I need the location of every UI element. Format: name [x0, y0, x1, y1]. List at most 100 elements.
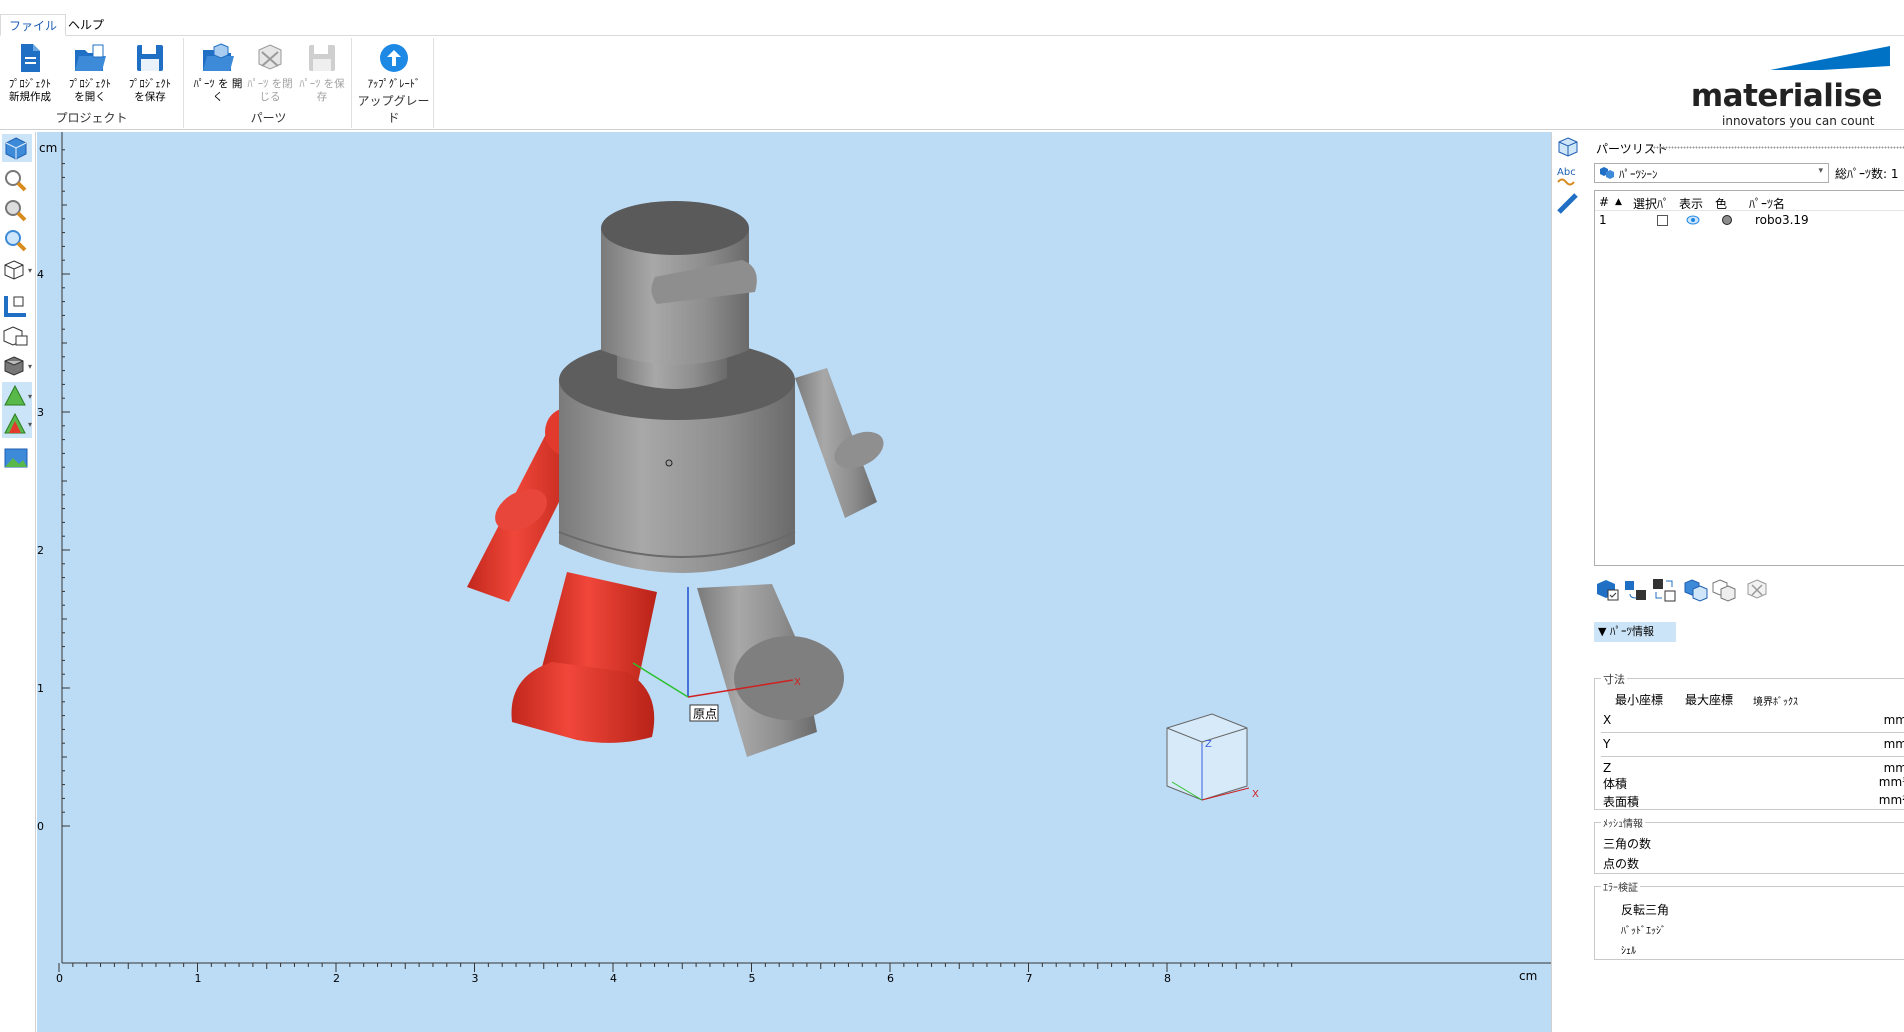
zoom-window-icon: [5, 200, 27, 222]
save-project-button[interactable]: ﾌﾟﾛｼﾞｪｸﾄ を保存: [124, 42, 176, 104]
ruler-icon: [1557, 193, 1578, 214]
parts-panel: パーツリスト ﾊﾟｰﾂｼｰﾝ ▾ 総ﾊﾟｰﾂ数: 1 # ▲ 選択ﾊﾟ 表示 色…: [1583, 132, 1904, 1032]
save-project-icon: [137, 45, 163, 71]
x-tick-label: 1: [195, 972, 202, 985]
axis-ruler-icon: [4, 296, 26, 317]
brand-swoosh-icon: [1770, 46, 1890, 70]
x-tick-label: 3: [472, 972, 479, 985]
x-tick-label: 4: [610, 972, 617, 985]
part-info-header[interactable]: ▼ ﾊﾟｰﾂ情報: [1594, 622, 1676, 642]
eye-icon[interactable]: [1686, 214, 1700, 226]
gray-foot[interactable]: [734, 636, 844, 720]
upgrade-group: ｱｯﾌﾟｸﾞﾚｰﾄﾞ アップグレード: [354, 38, 434, 128]
parts-table[interactable]: # ▲ 選択ﾊﾟ 表示 色 ﾊﾟｰﾂ名 1 robo3.19: [1594, 190, 1904, 566]
view-direction-tool[interactable]: ▾: [2, 256, 32, 284]
select-all-icon[interactable]: [1594, 576, 1622, 604]
menu-file[interactable]: ファイル: [0, 14, 67, 36]
panel-grip[interactable]: [1653, 146, 1904, 149]
triangle-error-tool[interactable]: ▾: [2, 410, 32, 438]
y-tick-label: 1: [37, 682, 44, 695]
hide-parts-icon[interactable]: [1710, 576, 1738, 604]
background-image-icon: [4, 448, 28, 468]
wireframe-icon: [3, 326, 28, 346]
triangle-green-icon: [4, 384, 26, 406]
3d-viewport[interactable]: 01234 012345678 cm cm X 原点 Z X: [37, 132, 1551, 1032]
navigation-cube[interactable]: Z X: [1166, 713, 1259, 801]
y-tick-label: 3: [37, 406, 44, 419]
part-list-toggle[interactable]: [1556, 136, 1582, 162]
inverted-triangles-label: 反転三角: [1621, 903, 1670, 917]
save-part-button[interactable]: ﾊﾟｰﾂ を保 存: [296, 42, 348, 104]
y-tick-label: 0: [37, 820, 44, 833]
triangle-red-icon: [4, 412, 26, 434]
close-part-button[interactable]: ﾊﾟｰﾂ を閉 じる: [244, 42, 296, 104]
show-parts-icon[interactable]: [1682, 576, 1710, 604]
view-cube-icon: [4, 260, 24, 280]
menu-bar: ファイル ヘルプ: [0, 14, 1904, 36]
zoom-fit-icon: [5, 230, 27, 252]
materialise-logo: materialise innovators you can count on: [1691, 40, 1892, 142]
x-tick-label: 0: [56, 972, 63, 985]
color-swatch[interactable]: [1721, 214, 1733, 226]
annotation-toolbar: Abc: [1551, 132, 1583, 1032]
text-abc-icon: Abc: [1557, 167, 1576, 186]
swap-selection-icon[interactable]: [1650, 576, 1678, 604]
select-cube-icon: [5, 137, 27, 160]
shaded-cube-icon: [4, 356, 24, 376]
dim-y-label: Y: [1603, 737, 1611, 751]
open-part-icon: [203, 43, 234, 71]
row-select-checkbox[interactable]: [1657, 215, 1668, 226]
points-label: 点の数: [1603, 857, 1640, 871]
volume-label: 体積: [1603, 777, 1628, 791]
dim-z-label: Z: [1603, 761, 1612, 775]
dropdown-arrow-icon: ▾: [27, 392, 32, 401]
row-num: 1: [1599, 213, 1607, 227]
parts-group-label: パーツ: [250, 111, 287, 125]
scene-selector[interactable]: ﾊﾟｰﾂｼｰﾝ ▾: [1594, 163, 1829, 183]
dropdown-arrow-icon: ▾: [27, 362, 32, 371]
select-tool[interactable]: [2, 134, 32, 162]
open-project-label: ﾌﾟﾛｼﾞｪｸﾄ を開く: [69, 78, 111, 103]
sort-up-icon[interactable]: ▲: [1615, 197, 1622, 207]
axis-x-label: X: [794, 677, 801, 688]
shading-tool[interactable]: ▾: [2, 352, 32, 380]
robot-model[interactable]: [467, 201, 889, 757]
zoom-window-tool[interactable]: [2, 196, 32, 224]
label-tool[interactable]: Abc: [1556, 164, 1582, 190]
upgrade-button[interactable]: ｱｯﾌﾟｸﾞﾚｰﾄﾞ: [364, 42, 424, 91]
chevron-down-icon: ▾: [1818, 166, 1823, 176]
triangle-tool[interactable]: ▾: [2, 382, 32, 410]
zoom-tool[interactable]: [2, 166, 32, 194]
wireframe-tool[interactable]: [2, 322, 32, 350]
dropdown-arrow-icon: ▾: [27, 420, 32, 429]
volume-unit: mm³: [1878, 775, 1904, 789]
zoom-fit-tool[interactable]: [2, 226, 32, 254]
x-tick-label: 8: [1164, 972, 1171, 985]
open-project-button[interactable]: ﾌﾟﾛｼﾞｪｸﾄ を開く: [64, 42, 116, 104]
ruler-tool[interactable]: [2, 292, 32, 320]
upgrade-icon: [380, 44, 408, 72]
x-tick-label: 7: [1026, 972, 1033, 985]
measure-tool[interactable]: [1556, 192, 1582, 218]
new-project-button[interactable]: ﾌﾟﾛｼﾞｪｸﾄ 新規作成: [4, 42, 56, 104]
ruler-x-unit-label: cm: [1519, 969, 1537, 983]
col-min-coord: 最小座標: [1615, 693, 1664, 707]
open-project-icon: [75, 44, 106, 71]
area-label: 表面積: [1603, 795, 1640, 809]
head-top: [601, 201, 749, 255]
dimensions-legend: 寸法: [1601, 671, 1627, 687]
new-project-label: ﾌﾟﾛｼﾞｪｸﾄ 新規作成: [9, 78, 51, 103]
background-tool[interactable]: [2, 444, 32, 472]
invert-selection-icon[interactable]: [1622, 576, 1650, 604]
mesh-info-legend: ﾒｯｼｭ情報: [1601, 815, 1645, 830]
remove-part-icon[interactable]: [1744, 576, 1772, 604]
part-cube-icon: [1558, 137, 1578, 157]
open-part-label: ﾊﾟｰﾂ を 開く: [193, 78, 243, 103]
open-part-button[interactable]: ﾊﾟｰﾂ を 開く: [192, 42, 244, 104]
close-part-label: ﾊﾟｰﾂ を閉 じる: [247, 78, 293, 103]
menu-help[interactable]: ヘルプ: [60, 14, 112, 36]
project-group-label: プロジェクト: [55, 111, 128, 125]
y-tick-label: 2: [37, 544, 44, 557]
col-num[interactable]: #: [1599, 195, 1609, 209]
upgrade-label: ｱｯﾌﾟｸﾞﾚｰﾄﾞ: [367, 78, 421, 90]
